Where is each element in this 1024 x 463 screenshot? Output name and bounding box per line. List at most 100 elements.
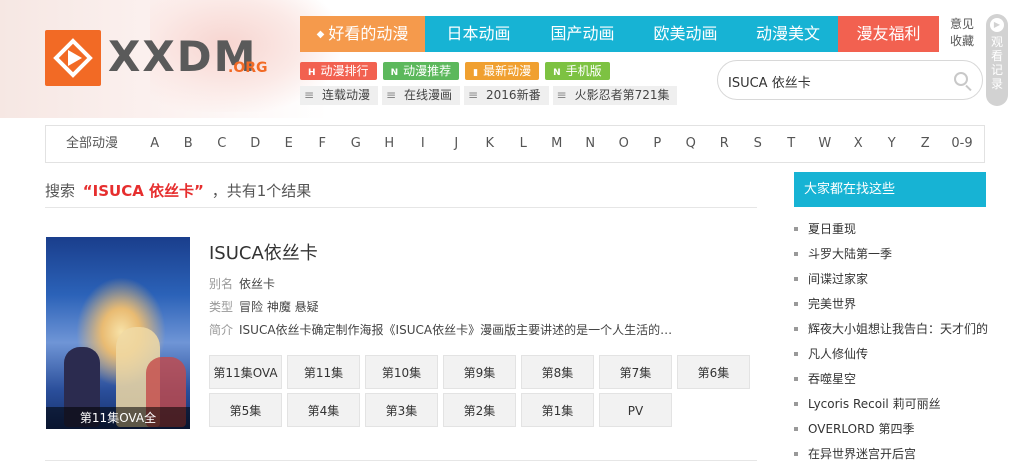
- episode-button[interactable]: 第4集: [287, 393, 360, 427]
- type-label: 类型: [209, 300, 234, 314]
- poster-image[interactable]: 第11集OVA全: [46, 237, 190, 429]
- alphabet-letter[interactable]: R: [708, 126, 742, 162]
- tag-label: 2016新番: [486, 88, 541, 102]
- sidebar-item-label: 斗罗大陆第一季: [808, 247, 893, 261]
- episode-button[interactable]: 第11集: [287, 355, 360, 389]
- episode-button[interactable]: 第9集: [443, 355, 516, 389]
- alphabet-letter[interactable]: O: [607, 126, 641, 162]
- episode-button[interactable]: 第1集: [521, 393, 594, 427]
- main-nav-item[interactable]: 漫友福利: [838, 16, 939, 52]
- main-nav-label: 欧美动画: [653, 24, 718, 43]
- logo-suffix: .ORG: [228, 60, 268, 76]
- sidebar-item[interactable]: 间谍过家家: [794, 269, 994, 294]
- sidebar-item[interactable]: 夏日重现: [794, 219, 994, 244]
- bullet-icon: [794, 451, 798, 456]
- anime-title[interactable]: ISUCA依丝卡: [209, 239, 318, 265]
- play-icon: ▶: [990, 18, 1004, 32]
- alphabet-letter[interactable]: L: [507, 126, 541, 162]
- favorite-link[interactable]: 意见收藏: [950, 16, 974, 50]
- alphabet-letter[interactable]: F: [306, 126, 340, 162]
- alphabet-letter[interactable]: C: [205, 126, 239, 162]
- episode-button[interactable]: 第3集: [365, 393, 438, 427]
- alias-row: 别名 依丝卡: [209, 275, 275, 292]
- sub-nav-item[interactable]: H 动漫排行: [300, 62, 377, 80]
- episode-button[interactable]: 第8集: [521, 355, 594, 389]
- alphabet-letter[interactable]: X: [842, 126, 876, 162]
- alphabet-letter[interactable]: G: [339, 126, 373, 162]
- sidebar-item[interactable]: 完美世界: [794, 294, 994, 319]
- alphabet-letter[interactable]: I: [406, 126, 440, 162]
- sidebar-item[interactable]: 凡人修仙传: [794, 344, 994, 369]
- intro-row: 简介 ISUCA依丝卡确定制作海报《ISUCA依丝卡》漫画版主要讲述的是一个人生活…: [209, 321, 679, 338]
- episode-button[interactable]: 第2集: [443, 393, 516, 427]
- alphabet-letter[interactable]: D: [239, 126, 273, 162]
- sidebar-item-label: OVERLORD 第四季: [808, 422, 915, 436]
- episode-button[interactable]: 第7集: [599, 355, 672, 389]
- alphabet-letter[interactable]: P: [641, 126, 675, 162]
- alphabet-all[interactable]: 全部动漫: [46, 126, 138, 162]
- main-nav-label: 国产动画: [550, 24, 615, 43]
- alphabet-letter[interactable]: B: [172, 126, 206, 162]
- sub-nav-item[interactable]: ▮ 最新动漫: [465, 62, 540, 80]
- tag-label: 火影忍者第721集: [574, 88, 670, 102]
- history-button[interactable]: ▶ 观看记录: [986, 14, 1008, 106]
- alphabet-letter[interactable]: K: [473, 126, 507, 162]
- type-row: 类型 冒险 神魔 悬疑: [209, 298, 319, 315]
- sidebar-title: 大家都在找这些: [794, 172, 986, 207]
- episode-button[interactable]: 第11集OVA: [209, 355, 282, 389]
- sub-nav-label: 动漫排行: [320, 64, 369, 78]
- sidebar-item[interactable]: Lycoris Recoil 莉可丽丝: [794, 394, 994, 419]
- alphabet-letter[interactable]: J: [440, 126, 474, 162]
- search-icon[interactable]: [954, 72, 968, 86]
- alphabet-letter[interactable]: W: [808, 126, 842, 162]
- sidebar-item[interactable]: 在异世界迷宫开后宫: [794, 444, 994, 463]
- intro-text: ISUCA依丝卡确定制作海报《ISUCA依丝卡》漫画版主要讲述的是一个人生活的贫…: [239, 323, 679, 337]
- main-nav-item[interactable]: 国产动画: [532, 16, 633, 52]
- alphabet-letter[interactable]: N: [574, 126, 608, 162]
- bullet-icon: [794, 401, 798, 406]
- main-nav-item[interactable]: 日本动画: [425, 16, 532, 52]
- alphabet-number[interactable]: 0-9: [942, 126, 982, 162]
- sub-nav-item[interactable]: N 手机版: [545, 62, 610, 80]
- sub-nav-label: 最新动漫: [483, 64, 532, 78]
- alphabet-letter[interactable]: Q: [674, 126, 708, 162]
- main-nav-item[interactable]: ◆ 好看的动漫: [300, 16, 425, 52]
- poster-caption: 第11集OVA全: [46, 407, 190, 429]
- search-input[interactable]: [728, 71, 948, 91]
- result-count: ，共有1个结果: [211, 182, 312, 200]
- episode-button[interactable]: PV: [599, 393, 672, 427]
- history-label: 观看记录: [990, 35, 1003, 91]
- sidebar-item[interactable]: OVERLORD 第四季: [794, 419, 994, 444]
- main-nav-item[interactable]: 动漫美文: [738, 16, 838, 52]
- alphabet-letter[interactable]: S: [741, 126, 775, 162]
- alphabet-letter[interactable]: H: [373, 126, 407, 162]
- tag-link[interactable]: ≡ 2016新番: [464, 86, 549, 105]
- episode-button[interactable]: 第5集: [209, 393, 282, 427]
- main-nav-label: 漫友福利: [856, 24, 921, 43]
- alphabet-letter[interactable]: A: [138, 126, 172, 162]
- diamond-icon: ◆: [316, 29, 325, 40]
- sidebar-item[interactable]: 斗罗大陆第一季: [794, 244, 994, 269]
- sidebar-item[interactable]: 辉夜大小姐想让我告白：天才们的: [794, 319, 994, 344]
- result-keyword: “ISUCA 依丝卡”: [82, 182, 204, 200]
- divider: [45, 460, 757, 461]
- sub-nav-label: 动漫推荐: [403, 64, 452, 78]
- tag-link[interactable]: ≡ 连载动漫: [300, 86, 379, 105]
- tag-link[interactable]: ≡ 火影忍者第721集: [552, 86, 678, 105]
- alphabet-letter[interactable]: Z: [909, 126, 943, 162]
- alphabet-letter[interactable]: T: [775, 126, 809, 162]
- sidebar-item-label: 辉夜大小姐想让我告白：天才们的: [808, 322, 989, 336]
- type-value: 冒险 神魔 悬疑: [239, 300, 319, 314]
- sidebar-item-label: 凡人修仙传: [808, 347, 869, 361]
- alphabet-letter[interactable]: Y: [875, 126, 909, 162]
- tag-link[interactable]: ≡ 在线漫画: [382, 86, 461, 105]
- sub-nav: H 动漫排行 N 动漫推荐 ▮ 最新动漫 N 手机版: [300, 62, 610, 80]
- sidebar-item[interactable]: 吞噬星空: [794, 369, 994, 394]
- logo-icon[interactable]: [45, 30, 101, 86]
- alphabet-letter[interactable]: M: [540, 126, 574, 162]
- main-nav-item[interactable]: 欧美动画: [633, 16, 738, 52]
- episode-button[interactable]: 第6集: [677, 355, 750, 389]
- episode-button[interactable]: 第10集: [365, 355, 438, 389]
- sub-nav-item[interactable]: N 动漫推荐: [382, 62, 460, 80]
- alphabet-letter[interactable]: E: [272, 126, 306, 162]
